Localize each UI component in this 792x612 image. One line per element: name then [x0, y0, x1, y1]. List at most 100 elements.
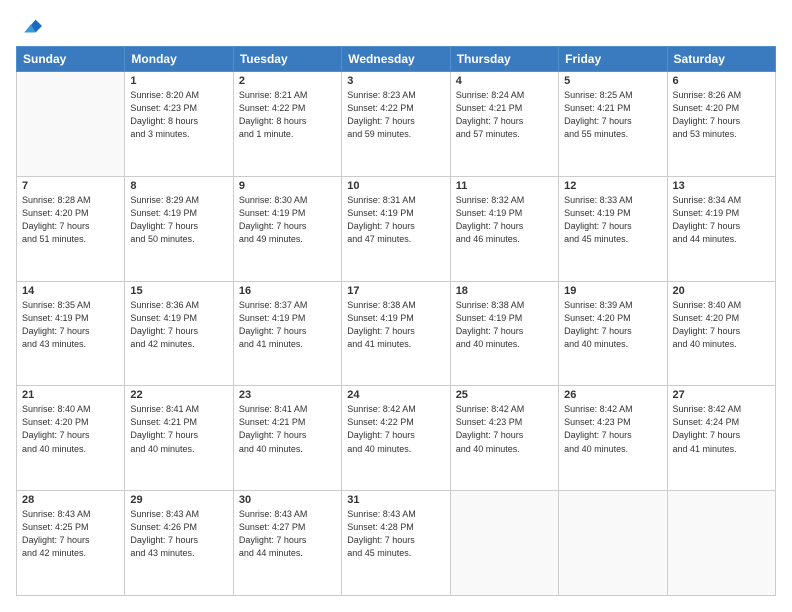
logo — [16, 16, 42, 36]
calendar-cell: 29 Sunrise: 8:43 AM Sunset: 4:26 PM Dayli… — [125, 491, 233, 596]
day-number: 4 — [456, 75, 553, 87]
header — [16, 16, 776, 36]
calendar-cell: 20 Sunrise: 8:40 AM Sunset: 4:20 PM Dayli… — [667, 281, 775, 386]
cell-content: Sunrise: 8:37 AM Sunset: 4:19 PM Dayligh… — [239, 299, 336, 351]
cell-content: Sunrise: 8:43 AM Sunset: 4:26 PM Dayligh… — [130, 508, 227, 560]
day-number: 20 — [673, 285, 770, 297]
cell-content: Sunrise: 8:36 AM Sunset: 4:19 PM Dayligh… — [130, 299, 227, 351]
cell-content: Sunrise: 8:21 AM Sunset: 4:22 PM Dayligh… — [239, 89, 336, 141]
calendar-cell: 27 Sunrise: 8:42 AM Sunset: 4:24 PM Dayli… — [667, 386, 775, 491]
day-number: 17 — [347, 285, 444, 297]
cell-content: Sunrise: 8:42 AM Sunset: 4:24 PM Dayligh… — [673, 403, 770, 455]
calendar-cell: 17 Sunrise: 8:38 AM Sunset: 4:19 PM Dayli… — [342, 281, 450, 386]
calendar-cell: 8Sunrise: 8:29 AM Sunset: 4:19 PM Daylig… — [125, 176, 233, 281]
calendar-cell: 23Sunrise: 8:41 AM Sunset: 4:21 PM Dayli… — [233, 386, 341, 491]
day-number: 21 — [22, 389, 119, 401]
day-number: 2 — [239, 75, 336, 87]
calendar-week-row: 1 Sunrise: 8:20 AM Sunset: 4:23 PM Daylig… — [17, 72, 776, 177]
day-number: 30 — [239, 494, 336, 506]
cell-content: Sunrise: 8:30 AM Sunset: 4:19 PM Dayligh… — [239, 194, 336, 246]
cell-content: Sunrise: 8:38 AM Sunset: 4:19 PM Dayligh… — [347, 299, 444, 351]
cell-content: Sunrise: 8:20 AM Sunset: 4:23 PM Dayligh… — [130, 89, 227, 141]
calendar-cell: 1 Sunrise: 8:20 AM Sunset: 4:23 PM Daylig… — [125, 72, 233, 177]
cell-content: Sunrise: 8:40 AM Sunset: 4:20 PM Dayligh… — [22, 403, 119, 455]
calendar-cell: 16 Sunrise: 8:37 AM Sunset: 4:19 PM Dayli… — [233, 281, 341, 386]
cell-content: Sunrise: 8:42 AM Sunset: 4:23 PM Dayligh… — [564, 403, 661, 455]
cell-content: Sunrise: 8:43 AM Sunset: 4:27 PM Dayligh… — [239, 508, 336, 560]
day-number: 24 — [347, 389, 444, 401]
day-number: 19 — [564, 285, 661, 297]
calendar-cell: 26 Sunrise: 8:42 AM Sunset: 4:23 PM Dayli… — [559, 386, 667, 491]
calendar-cell: 14 Sunrise: 8:35 AM Sunset: 4:19 PM Dayli… — [17, 281, 125, 386]
day-number: 14 — [22, 285, 119, 297]
day-number: 7 — [22, 180, 119, 192]
calendar-cell: 7 Sunrise: 8:28 AM Sunset: 4:20 PM Daylig… — [17, 176, 125, 281]
cell-content: Sunrise: 8:31 AM Sunset: 4:19 PM Dayligh… — [347, 194, 444, 246]
calendar-header-sunday: Sunday — [17, 47, 125, 72]
day-number: 16 — [239, 285, 336, 297]
calendar-cell: 21 Sunrise: 8:40 AM Sunset: 4:20 PM Dayli… — [17, 386, 125, 491]
calendar-cell: 6Sunrise: 8:26 AM Sunset: 4:20 PM Daylig… — [667, 72, 775, 177]
day-number: 27 — [673, 389, 770, 401]
day-number: 6 — [673, 75, 770, 87]
calendar-cell: 2 Sunrise: 8:21 AM Sunset: 4:22 PM Daylig… — [233, 72, 341, 177]
calendar-cell: 30 Sunrise: 8:43 AM Sunset: 4:27 PM Dayli… — [233, 491, 341, 596]
cell-content: Sunrise: 8:43 AM Sunset: 4:25 PM Dayligh… — [22, 508, 119, 560]
calendar-cell: 11 Sunrise: 8:32 AM Sunset: 4:19 PM Dayli… — [450, 176, 558, 281]
calendar-cell: 24 Sunrise: 8:42 AM Sunset: 4:22 PM Dayli… — [342, 386, 450, 491]
calendar-cell — [17, 72, 125, 177]
cell-content: Sunrise: 8:29 AM Sunset: 4:19 PM Dayligh… — [130, 194, 227, 246]
calendar-cell: 4 Sunrise: 8:24 AM Sunset: 4:21 PM Daylig… — [450, 72, 558, 177]
page: SundayMondayTuesdayWednesdayThursdayFrid… — [0, 0, 792, 612]
day-number: 1 — [130, 75, 227, 87]
calendar-header-saturday: Saturday — [667, 47, 775, 72]
calendar-week-row: 21 Sunrise: 8:40 AM Sunset: 4:20 PM Dayli… — [17, 386, 776, 491]
day-number: 11 — [456, 180, 553, 192]
cell-content: Sunrise: 8:42 AM Sunset: 4:22 PM Dayligh… — [347, 403, 444, 455]
cell-content: Sunrise: 8:35 AM Sunset: 4:19 PM Dayligh… — [22, 299, 119, 351]
cell-content: Sunrise: 8:42 AM Sunset: 4:23 PM Dayligh… — [456, 403, 553, 455]
cell-content: Sunrise: 8:28 AM Sunset: 4:20 PM Dayligh… — [22, 194, 119, 246]
calendar-header-tuesday: Tuesday — [233, 47, 341, 72]
day-number: 31 — [347, 494, 444, 506]
calendar-cell: 31 Sunrise: 8:43 AM Sunset: 4:28 PM Dayli… — [342, 491, 450, 596]
day-number: 25 — [456, 389, 553, 401]
calendar-table: SundayMondayTuesdayWednesdayThursdayFrid… — [16, 46, 776, 596]
calendar-cell: 19Sunrise: 8:39 AM Sunset: 4:20 PM Dayli… — [559, 281, 667, 386]
cell-content: Sunrise: 8:41 AM Sunset: 4:21 PM Dayligh… — [130, 403, 227, 455]
cell-content: Sunrise: 8:40 AM Sunset: 4:20 PM Dayligh… — [673, 299, 770, 351]
cell-content: Sunrise: 8:34 AM Sunset: 4:19 PM Dayligh… — [673, 194, 770, 246]
calendar-header-thursday: Thursday — [450, 47, 558, 72]
cell-content: Sunrise: 8:38 AM Sunset: 4:19 PM Dayligh… — [456, 299, 553, 351]
day-number: 15 — [130, 285, 227, 297]
calendar-week-row: 14 Sunrise: 8:35 AM Sunset: 4:19 PM Dayli… — [17, 281, 776, 386]
cell-content: Sunrise: 8:32 AM Sunset: 4:19 PM Dayligh… — [456, 194, 553, 246]
cell-content: Sunrise: 8:41 AM Sunset: 4:21 PM Dayligh… — [239, 403, 336, 455]
calendar-cell — [667, 491, 775, 596]
calendar-cell: 22Sunrise: 8:41 AM Sunset: 4:21 PM Dayli… — [125, 386, 233, 491]
day-number: 3 — [347, 75, 444, 87]
day-number: 29 — [130, 494, 227, 506]
calendar-week-row: 28Sunrise: 8:43 AM Sunset: 4:25 PM Dayli… — [17, 491, 776, 596]
calendar-cell — [559, 491, 667, 596]
calendar-cell: 12 Sunrise: 8:33 AM Sunset: 4:19 PM Dayli… — [559, 176, 667, 281]
calendar-cell: 5 Sunrise: 8:25 AM Sunset: 4:21 PM Daylig… — [559, 72, 667, 177]
calendar-cell: 28Sunrise: 8:43 AM Sunset: 4:25 PM Dayli… — [17, 491, 125, 596]
calendar-header-wednesday: Wednesday — [342, 47, 450, 72]
cell-content: Sunrise: 8:24 AM Sunset: 4:21 PM Dayligh… — [456, 89, 553, 141]
cell-content: Sunrise: 8:33 AM Sunset: 4:19 PM Dayligh… — [564, 194, 661, 246]
calendar-week-row: 7 Sunrise: 8:28 AM Sunset: 4:20 PM Daylig… — [17, 176, 776, 281]
cell-content: Sunrise: 8:43 AM Sunset: 4:28 PM Dayligh… — [347, 508, 444, 560]
day-number: 5 — [564, 75, 661, 87]
day-number: 9 — [239, 180, 336, 192]
calendar-cell: 15 Sunrise: 8:36 AM Sunset: 4:19 PM Dayli… — [125, 281, 233, 386]
cell-content: Sunrise: 8:25 AM Sunset: 4:21 PM Dayligh… — [564, 89, 661, 141]
day-number: 12 — [564, 180, 661, 192]
calendar-header-monday: Monday — [125, 47, 233, 72]
cell-content: Sunrise: 8:23 AM Sunset: 4:22 PM Dayligh… — [347, 89, 444, 141]
calendar-cell: 13 Sunrise: 8:34 AM Sunset: 4:19 PM Dayli… — [667, 176, 775, 281]
calendar-cell: 9 Sunrise: 8:30 AM Sunset: 4:19 PM Daylig… — [233, 176, 341, 281]
day-number: 26 — [564, 389, 661, 401]
day-number: 13 — [673, 180, 770, 192]
calendar-header-friday: Friday — [559, 47, 667, 72]
